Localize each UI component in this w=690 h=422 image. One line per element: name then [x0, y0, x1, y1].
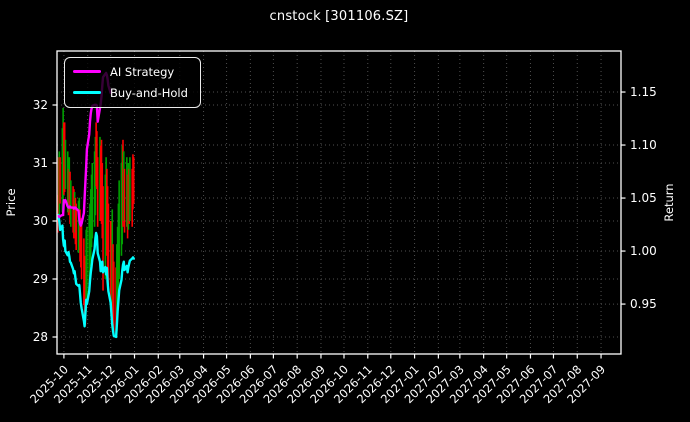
price-axis-label: Price	[4, 188, 18, 216]
return-tick-label: 1.00	[630, 244, 657, 258]
price-tick-label: 32	[33, 98, 48, 112]
return-tick-label: 0.95	[630, 297, 657, 311]
chart-title: cnstock [301106.SZ]	[269, 9, 409, 24]
legend: AI Strategy Buy-and-Hold	[64, 57, 201, 108]
legend-item-ai-strategy: AI Strategy	[73, 62, 188, 81]
tick-marks	[52, 91, 626, 359]
legend-item-buy-and-hold: Buy-and-Hold	[73, 83, 188, 102]
legend-label: Buy-and-Hold	[110, 85, 188, 100]
ai-strategy-line-swatch	[73, 70, 101, 73]
return-tick-label: 1.10	[630, 138, 657, 152]
figure: 2025-10 2025-11 2025-12 2026-01 2026-02 2026-…	[0, 0, 690, 422]
price-tick-label: 29	[33, 272, 48, 286]
return-axis-label: Return	[662, 183, 676, 221]
price-tick-label: 30	[33, 214, 48, 228]
price-bars	[56, 107, 135, 338]
return-tick-label: 1.05	[630, 191, 657, 205]
price-tick-label: 28	[33, 330, 48, 344]
price-tick-label: 31	[33, 156, 48, 170]
buy-and-hold-line-swatch	[73, 91, 101, 94]
legend-label: AI Strategy	[110, 64, 175, 79]
return-tick-label: 1.15	[630, 85, 657, 99]
